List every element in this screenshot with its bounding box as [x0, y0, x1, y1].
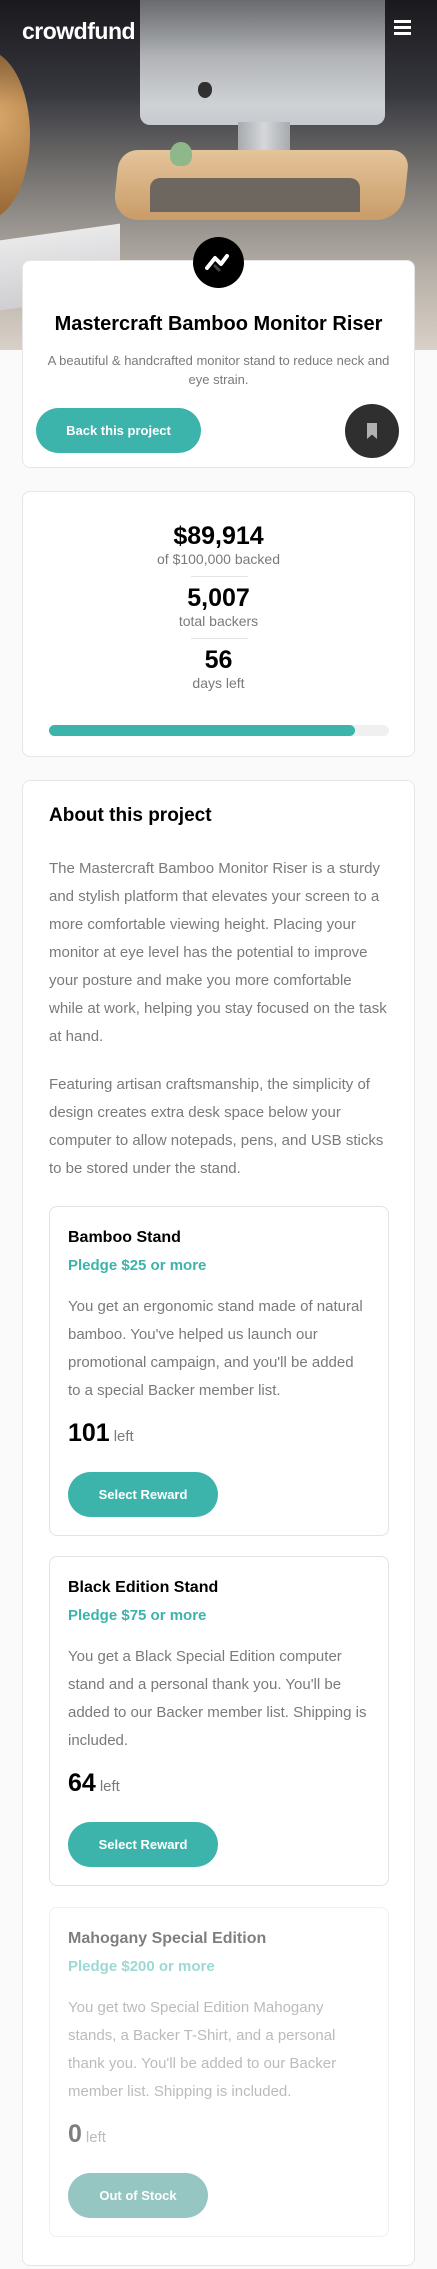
select-reward-button[interactable]: Select Reward: [68, 1822, 218, 1867]
reward-bamboo-stand: Bamboo Stand Pledge $25 or more You get …: [49, 1206, 389, 1536]
backers-label: total backers: [178, 613, 259, 629]
reward-left-label: left: [85, 2129, 106, 2146]
out-of-stock-button: Out of Stock: [68, 2173, 208, 2218]
bookmark-icon: [367, 423, 377, 439]
mastercraft-logo-icon: [193, 237, 244, 288]
site-logo[interactable]: crowdfund: [22, 18, 136, 45]
project-title: Mastercraft Bamboo Monitor Riser: [54, 313, 383, 335]
site-header: crowdfund: [0, 0, 437, 62]
divider: [191, 638, 248, 639]
reward-name: Mahogany Special Edition: [68, 1930, 267, 1947]
backed-amount: $89,914: [173, 522, 264, 550]
stat-backed: $89,914 of $100,000 backed: [23, 522, 414, 567]
reward-pledge: Pledge $200 or more: [68, 1958, 215, 1975]
reward-description: You get an ergonomic stand made of natur…: [68, 1298, 363, 1399]
funding-progress-fill: [49, 725, 355, 736]
reward-left-label: left: [99, 1778, 120, 1795]
project-intro-card: Mastercraft Bamboo Monitor Riser A beaut…: [22, 260, 415, 468]
back-project-button[interactable]: Back this project: [36, 408, 201, 453]
stat-days: 56 days left: [23, 646, 414, 691]
reward-black-edition-stand: Black Edition Stand Pledge $75 or more Y…: [49, 1556, 389, 1886]
days-count: 56: [204, 646, 233, 674]
bookmark-button[interactable]: [345, 404, 399, 458]
reward-name: Bamboo Stand: [68, 1229, 181, 1246]
about-paragraph: The Mastercraft Bamboo Monitor Riser is …: [49, 860, 387, 1045]
reward-count: 64: [68, 1769, 96, 1797]
hamburger-menu-icon[interactable]: [394, 20, 411, 35]
about-card: About this project The Mastercraft Bambo…: [22, 780, 415, 2266]
reward-count: 0: [68, 2120, 82, 2148]
reward-description: You get a Black Special Edition computer…: [68, 1648, 367, 1749]
reward-name: Black Edition Stand: [68, 1579, 219, 1596]
reward-count: 101: [68, 1419, 110, 1447]
reward-pledge: Pledge $75 or more: [68, 1607, 207, 1624]
reward-description: You get two Special Edition Mahogany sta…: [68, 1999, 337, 2100]
about-title: About this project: [49, 805, 212, 826]
divider: [191, 576, 248, 577]
reward-mahogany-special-edition: Mahogany Special Edition Pledge $200 or …: [49, 1907, 389, 2237]
reward-stock: 64 left: [68, 1769, 120, 1798]
project-subtitle: A beautiful & handcrafted monitor stand …: [47, 353, 390, 387]
stat-backers: 5,007 total backers: [23, 584, 414, 629]
backed-label: of $100,000 backed: [157, 551, 280, 567]
reward-stock: 0 left: [68, 2120, 106, 2149]
select-reward-button[interactable]: Select Reward: [68, 1472, 218, 1517]
funding-progress-bar: [49, 725, 389, 736]
stats-card: $89,914 of $100,000 backed 5,007 total b…: [22, 491, 415, 757]
reward-left-label: left: [113, 1428, 134, 1445]
days-label: days left: [192, 675, 245, 691]
reward-pledge: Pledge $25 or more: [68, 1257, 207, 1274]
backers-count: 5,007: [187, 584, 250, 612]
about-paragraph: Featuring artisan craftsmanship, the sim…: [49, 1076, 384, 1177]
reward-stock: 101 left: [68, 1419, 134, 1448]
